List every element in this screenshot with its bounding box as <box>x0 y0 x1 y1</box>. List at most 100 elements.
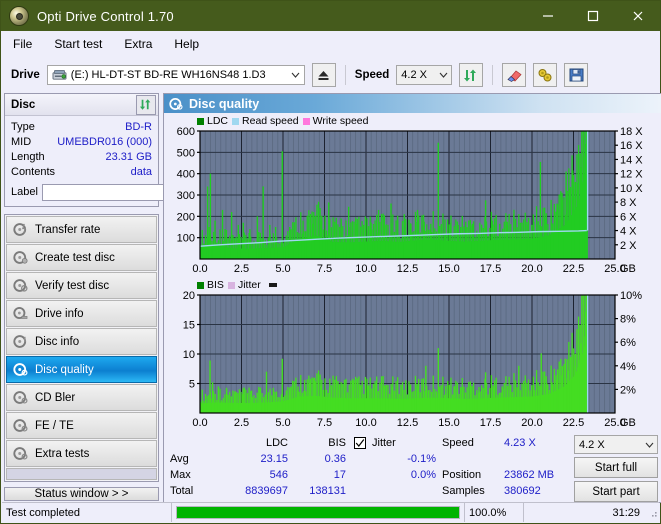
svg-text:GB: GB <box>620 417 636 429</box>
refresh-icon <box>139 99 151 110</box>
speed-value: 4.2 X <box>401 69 427 81</box>
sidebar-item-fe-te[interactable]: FE / TE <box>6 412 157 439</box>
svg-text:10 X: 10 X <box>620 183 643 195</box>
svg-text:7.5: 7.5 <box>317 417 332 429</box>
start-part-label: Start part <box>592 485 640 498</box>
disc-details: Type BD-R MID UMEBDR016 (000) Length 23.… <box>5 116 246 206</box>
sidebar-item-create-test-disc[interactable]: Create test disc <box>6 244 157 271</box>
test-speed-select[interactable]: 4.2 X <box>574 435 658 454</box>
save-button[interactable] <box>564 63 589 87</box>
status-window-button[interactable]: Status window > > <box>4 487 159 501</box>
legend-swatch <box>232 117 240 125</box>
refresh-icon <box>464 69 477 81</box>
window-title: Opti Drive Control 1.70 <box>37 8 174 24</box>
speed-label: Speed <box>354 69 390 81</box>
sidebar-item-transfer-rate[interactable]: Transfer rate <box>6 216 157 243</box>
stats-row-label: Max <box>170 469 191 481</box>
chevron-down-icon[interactable] <box>641 442 657 448</box>
stats-cell: -0.1% <box>407 453 436 465</box>
bis-chart-legend: BIS Jitter <box>167 279 661 291</box>
drive-toolbar: Drive (E:) HL-DT-ST BD-RE WH16NS48 1.D3 <box>1 57 660 93</box>
disc-refresh-button[interactable] <box>136 94 156 115</box>
sidebar-item-drive-info[interactable]: Drive info <box>6 300 157 327</box>
stats-col-header: BIS <box>328 437 346 449</box>
chain-icon <box>538 68 552 81</box>
menu-file[interactable]: File <box>11 35 34 53</box>
chevron-down-icon[interactable] <box>435 72 451 78</box>
sidebar-item-extra-tests[interactable]: Extra tests <box>6 440 157 467</box>
menu-extra[interactable]: Extra <box>122 35 154 53</box>
legend-label: LDC <box>207 115 229 127</box>
svg-text:10.0: 10.0 <box>355 417 376 429</box>
chevron-down-icon[interactable] <box>288 72 304 78</box>
sidebar-item-disc-quality[interactable]: Disc quality <box>6 356 157 383</box>
stats-cell: 8839697 <box>245 485 288 497</box>
minimize-icon[interactable] <box>525 1 570 31</box>
right-value <box>504 451 574 467</box>
svg-text:600: 600 <box>177 127 195 138</box>
svg-text:17.5: 17.5 <box>480 417 501 429</box>
menu-help[interactable]: Help <box>172 35 201 53</box>
svg-text:22.5: 22.5 <box>563 263 584 275</box>
jitter-checkbox[interactable] <box>354 437 366 449</box>
svg-text:2%: 2% <box>620 384 636 396</box>
stats-cell: 23.15 <box>260 453 288 465</box>
charts-container: LDC Read speed Write speed 100 200 300 400 5… <box>164 113 661 431</box>
legend-label: Jitter <box>237 279 261 291</box>
floppy-save-icon <box>569 68 584 82</box>
drive-info-icon <box>13 307 28 320</box>
progress-bar <box>176 506 460 519</box>
maximize-icon[interactable] <box>570 1 615 31</box>
disc-verify-icon <box>13 279 28 292</box>
sidebar-item-disc-info[interactable]: Disc info <box>6 328 157 355</box>
menu-start-test[interactable]: Start test <box>52 35 104 53</box>
right-label: Samples <box>442 485 485 497</box>
sidebar-item-verify-test-disc[interactable]: Verify test disc <box>6 272 157 299</box>
panel-header: Disc quality <box>164 94 661 113</box>
toolbar-separator <box>344 65 346 85</box>
toolbar-separator <box>492 65 494 85</box>
stats-row-label: Avg <box>170 453 189 465</box>
disc-value: BD-R <box>125 120 152 133</box>
resize-grip-icon[interactable] <box>647 507 659 519</box>
legend-label: Write speed <box>312 115 369 127</box>
sidebar-item-label: FE / TE <box>35 419 74 432</box>
disc-group-title: Disc <box>11 98 36 111</box>
content-area: Disc quality LDC Read speed Write speed … <box>163 93 661 503</box>
stats-cell: 0.36 <box>324 453 346 465</box>
svg-text:5: 5 <box>189 379 195 391</box>
stats-col-ldc: LDC 23.15 546 8839697 <box>218 435 288 502</box>
stats-cell: 17 <box>333 469 346 481</box>
eject-icon <box>318 70 329 80</box>
sidebar-item-label: Transfer rate <box>35 223 101 236</box>
sidebar-item-label: Drive info <box>35 307 84 320</box>
start-part-button[interactable]: Start part <box>574 481 658 502</box>
refresh-button[interactable] <box>459 63 484 87</box>
start-full-button[interactable]: Start full <box>574 457 658 478</box>
eject-button[interactable] <box>311 63 336 87</box>
svg-text:12.5: 12.5 <box>397 263 418 275</box>
progress-fill <box>177 507 459 518</box>
svg-text:500: 500 <box>177 147 195 159</box>
close-icon[interactable] <box>615 1 660 31</box>
legend-swatch <box>197 117 204 125</box>
svg-text:6%: 6% <box>620 337 636 349</box>
svg-text:2.5: 2.5 <box>234 417 249 429</box>
svg-text:8 X: 8 X <box>620 197 637 209</box>
bis-chart[interactable]: 5 10 15 20 2% 4% 6% 8% 10% 0.0 2.5 5.0 7.5 10.0 12.5 15… <box>167 291 661 431</box>
erase-button[interactable] <box>502 63 527 87</box>
nav-list: Transfer rate Create test disc Verify te… <box>4 214 159 482</box>
sidebar-item-cd-bler[interactable]: CD Bler <box>6 384 157 411</box>
link-button[interactable] <box>533 63 558 87</box>
stats-right-labels: Speed Position Samples <box>436 435 504 502</box>
title-bar: Opti Drive Control 1.70 <box>1 1 660 31</box>
disc-value: data <box>130 165 152 178</box>
legend-item-ldc: LDC <box>197 115 228 127</box>
stats-right-values: 4.23 X 23862 MB 380692 <box>504 435 574 502</box>
disc-row-contents: Contents data <box>11 164 152 179</box>
drive-select[interactable]: (E:) HL-DT-ST BD-RE WH16NS48 1.D3 <box>46 65 305 85</box>
speed-select[interactable]: 4.2 X <box>396 65 453 85</box>
eraser-icon <box>507 70 522 82</box>
ldc-chart[interactable]: 100 200 300 400 500 600 2 X 4 X 6 X 8 X 10 X 12 X 14… <box>167 127 661 277</box>
fe-te-icon <box>13 419 28 432</box>
